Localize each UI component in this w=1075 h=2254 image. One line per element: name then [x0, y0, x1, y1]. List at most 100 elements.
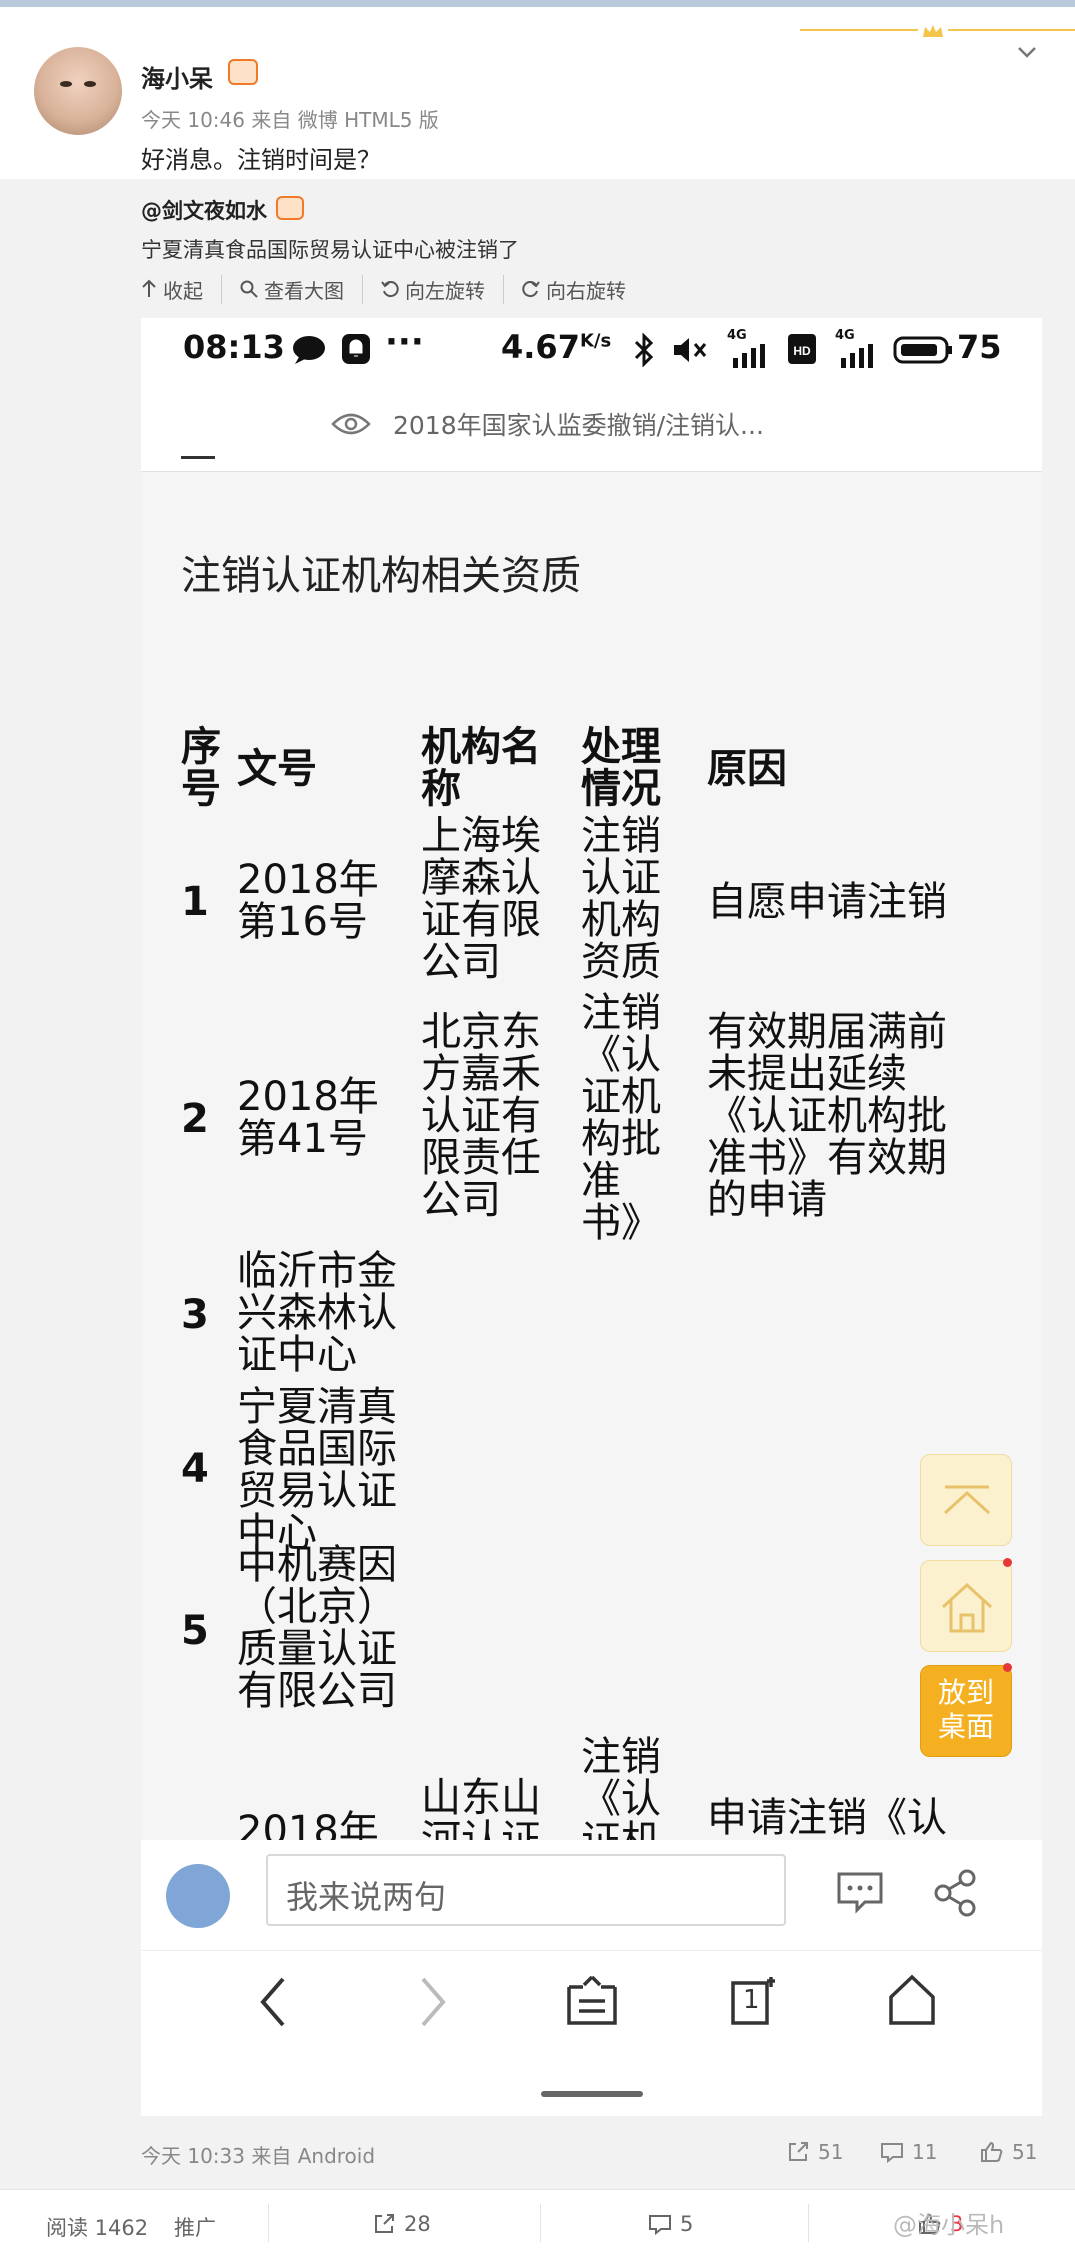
- share-button[interactable]: 28: [372, 2212, 431, 2236]
- repost-text: 宁夏清真食品国际贸易认证中心被注销了: [141, 238, 519, 262]
- signal-4g-icon: 4G: [727, 328, 771, 368]
- phone-status-bar: 08:13 ··· 4.67K/s 4G HD 4G 75: [141, 318, 1042, 380]
- net-speed: 4.67K/s: [501, 328, 612, 366]
- rotate-right-icon: [522, 281, 540, 298]
- post-card: 海小呆 今天 10:46 来自 微博 HTML5 版 好消息。注销时间是？: [0, 7, 1075, 179]
- table-row-seq: 2: [181, 1096, 209, 1142]
- menu-icon[interactable]: [565, 1973, 619, 2027]
- rotate-left-button[interactable]: 向左旋转: [381, 274, 504, 304]
- promote-button[interactable]: 推广: [174, 2212, 216, 2242]
- table-row-org-name: 上海埃 摩森认 证有限 公司: [421, 813, 541, 985]
- view-large-label: 查看大图: [264, 278, 344, 303]
- home-icon: [941, 1582, 993, 1633]
- table-row-org-name: 临沂市金 兴森林认 证中心: [237, 1248, 397, 1378]
- divider: [540, 2204, 541, 2242]
- comment-button[interactable]: 5: [648, 2212, 693, 2236]
- divider: [268, 2204, 269, 2242]
- page-title-url: 2018年国家认监委撤销/注销认...: [393, 411, 764, 440]
- table-row-org-name: 宁夏清真 食品国际 贸易认证 中心: [237, 1384, 397, 1556]
- share-icon[interactable]: [931, 1868, 979, 1918]
- comment-count: 5: [680, 2212, 694, 2236]
- section-heading: 注销认证机构相关资质: [181, 553, 581, 599]
- header-doc-number: 文号: [237, 746, 317, 792]
- avatar[interactable]: [166, 1864, 230, 1928]
- forward-icon[interactable]: [413, 1975, 453, 2029]
- table-row-seq: 1: [181, 879, 209, 925]
- header-reason: 原因: [707, 746, 787, 792]
- repost-meta: 今天 10:33 来自 Android: [141, 2144, 376, 2168]
- tabs-button[interactable]: 1: [727, 1973, 781, 2027]
- vip-badge-icon: [276, 196, 304, 220]
- table-row-handling: 注销 《认 证机 构批准书》: [581, 990, 661, 1246]
- image-toolbar: 收起 查看大图 向左旋转 向右旋转: [141, 274, 662, 304]
- collapse-button[interactable]: 收起: [141, 274, 222, 304]
- chevron-down-icon[interactable]: [1016, 41, 1038, 63]
- add-to-desktop-button[interactable]: 放到 桌面: [920, 1665, 1012, 1757]
- table-row-handling: 注销 认证 机构 资质: [581, 813, 661, 985]
- header-handling: 处理 情况: [581, 724, 661, 812]
- signal-4g-icon: 4G: [835, 328, 879, 368]
- thumbs-up-icon: [981, 2141, 1003, 2162]
- avatar[interactable]: [34, 47, 122, 135]
- back-to-top-button[interactable]: [920, 1454, 1012, 1546]
- table-row-org-name: 中机赛因 （北京） 质量认证 有限公司: [237, 1542, 397, 1714]
- comment-icon[interactable]: [835, 1868, 885, 1916]
- back-icon[interactable]: [253, 1975, 293, 2029]
- rotate-left-icon: [381, 281, 399, 298]
- notification-dot: [1003, 1558, 1012, 1567]
- rotate-right-button[interactable]: 向右旋转: [522, 275, 644, 304]
- home-button[interactable]: [920, 1560, 1012, 1652]
- table-row-org-name: 北京东 方嘉禾 认证有 限责任 公司: [421, 1009, 541, 1223]
- more-dots-icon: ···: [385, 322, 424, 362]
- share-count: 28: [404, 2212, 431, 2236]
- username[interactable]: 海小呆: [141, 59, 213, 94]
- table-row-seq: 5: [181, 1608, 209, 1654]
- eye-icon: [331, 413, 371, 435]
- search-icon: [240, 280, 258, 298]
- rotate-left-label: 向左旋转: [405, 278, 485, 303]
- comment-icon: [881, 2143, 903, 2164]
- repost-count: 51: [818, 2140, 844, 2164]
- rotate-right-label: 向右旋转: [546, 278, 626, 303]
- repost-icon: [789, 2142, 808, 2161]
- chat-bubble-icon: [293, 336, 325, 364]
- repost-stat-button[interactable]: 51: [786, 2140, 843, 2164]
- table-row-reason: 自愿申请注销: [707, 879, 947, 925]
- table-row-reason: 申请注销《认: [707, 1795, 947, 1841]
- hd-icon: HD: [788, 334, 816, 364]
- svg-text:HD: HD: [793, 344, 811, 358]
- crown-decoration: [800, 23, 1075, 37]
- repost-username[interactable]: @剑文夜如水: [141, 195, 267, 225]
- notification-icon: [342, 334, 370, 364]
- table-row-seq: 3: [181, 1292, 209, 1338]
- crown-icon: [923, 25, 943, 37]
- header-seq: 序号: [181, 724, 221, 812]
- attached-screenshot[interactable]: 08:13 ··· 4.67K/s 4G HD 4G 75 2018年国家认监委…: [141, 318, 1042, 2116]
- repost-icon: [375, 2214, 394, 2233]
- browser-title-bar: 2018年国家认监委撤销/注销认...: [141, 380, 1042, 472]
- like-stat-button[interactable]: 51: [980, 2140, 1037, 2164]
- status-time: 08:13: [183, 328, 285, 366]
- comment-count: 11: [912, 2140, 938, 2164]
- table-row-reason: 有效期届满前 未提出延续 《认证机构批 准书》有效期 的申请: [707, 1009, 947, 1223]
- home-icon[interactable]: [887, 1973, 937, 2027]
- list-dash: [181, 456, 215, 459]
- tab-count: 1: [743, 1985, 760, 2015]
- comment-stat-button[interactable]: 11: [880, 2140, 937, 2164]
- collapse-label: 收起: [163, 278, 203, 303]
- notification-dot: [1003, 1663, 1012, 1672]
- battery-icon: [893, 336, 952, 364]
- bluetooth-icon: [634, 333, 654, 367]
- like-count: 51: [1012, 2140, 1038, 2164]
- battery-level: 75: [957, 328, 1002, 366]
- arrow-up-icon: [943, 1485, 991, 1515]
- header-org-name: 机构名称: [421, 724, 541, 812]
- read-count: 阅读 1462: [46, 2216, 149, 2240]
- arrow-up-icon: [142, 279, 156, 297]
- comment-input[interactable]: 我来说两句: [266, 1854, 786, 1926]
- view-large-button[interactable]: 查看大图: [240, 274, 363, 304]
- vip-badge-icon: [228, 59, 258, 85]
- mute-icon: [674, 338, 707, 362]
- table-row-doc-number: 2018年 第16号: [237, 857, 379, 945]
- divider: [808, 2204, 809, 2242]
